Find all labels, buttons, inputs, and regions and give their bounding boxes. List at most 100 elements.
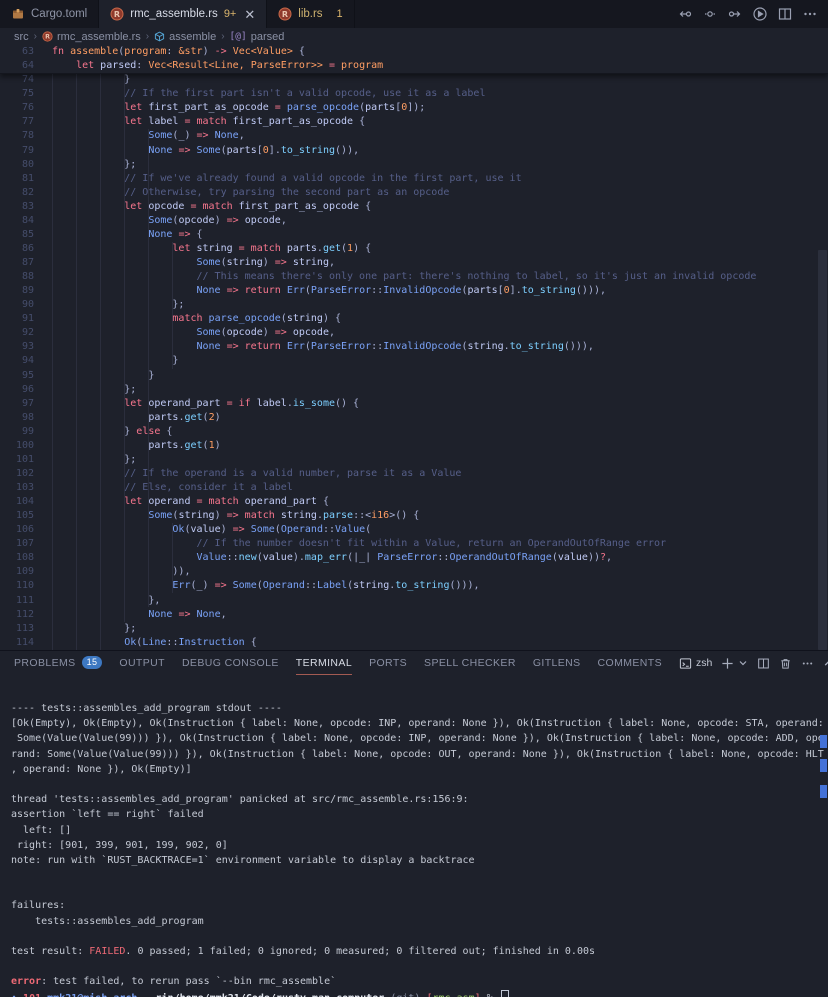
terminal-line: thread 'tests::assembles_add_program' pa… <box>11 792 828 807</box>
terminal-line: Some(Value(Value(99))) }), Ok(Instructio… <box>11 731 828 746</box>
terminal-line: rand: Some(Value(Value(99))) }), Ok(Inst… <box>11 747 828 762</box>
trash-icon[interactable] <box>779 657 792 670</box>
editor-actions <box>677 0 828 28</box>
more-icon[interactable] <box>801 657 814 670</box>
code-editor[interactable]: 74 }75 // If the first part isn't a vali… <box>0 45 828 650</box>
symbol-variable-icon: [@] <box>230 31 247 42</box>
line-number: 107 <box>0 537 34 551</box>
line-number: 64 <box>0 59 34 73</box>
terminal-profile[interactable]: zsh <box>679 657 712 670</box>
chevron-down-icon[interactable] <box>738 658 748 668</box>
terminal-scroll-mark <box>820 759 827 772</box>
line-number: 77 <box>0 115 34 129</box>
chevron-right-icon: › <box>146 31 149 42</box>
panel-tab-ports[interactable]: PORTS <box>369 651 407 675</box>
panel-tab-label: PROBLEMS <box>14 657 76 669</box>
editor-tab-bar: Cargo.toml R rmc_assemble.rs 9+ ✕ R lib.… <box>0 0 828 28</box>
sticky-scroll: 63fn assemble(program: &str) -> Vec<Valu… <box>0 45 828 74</box>
terminal-output[interactable]: ---- tests::assembles_add_program stdout… <box>0 675 828 997</box>
line-number: 92 <box>0 326 34 340</box>
tab-label: lib.rs <box>298 8 322 20</box>
panel-tab-problems[interactable]: PROBLEMS 15 <box>14 651 102 675</box>
line-number: 81 <box>0 172 34 186</box>
line-number: 83 <box>0 200 34 214</box>
chevron-up-icon[interactable] <box>823 658 828 669</box>
panel-tab-output[interactable]: OUTPUT <box>119 651 165 675</box>
panel-tab-label: PORTS <box>369 657 407 669</box>
line-number: 90 <box>0 298 34 312</box>
line-number: 113 <box>0 622 34 636</box>
code-line: 113 }; <box>0 622 828 636</box>
terminal-profile-icon <box>679 657 692 670</box>
line-number: 101 <box>0 453 34 467</box>
navigate-position-icon[interactable] <box>702 6 718 22</box>
line-number: 75 <box>0 87 34 101</box>
line-number: 85 <box>0 228 34 242</box>
panel-tab-terminal[interactable]: TERMINAL <box>296 651 352 675</box>
line-number: 82 <box>0 186 34 200</box>
chevron-right-icon: › <box>34 31 37 42</box>
sticky-lines: 63fn assemble(program: &str) -> Vec<Valu… <box>0 45 828 73</box>
editor-scrollbar-thumb[interactable] <box>818 250 827 650</box>
line-number: 87 <box>0 256 34 270</box>
line-number: 103 <box>0 481 34 495</box>
panel-tab-gitlens[interactable]: GITLENS <box>533 651 581 675</box>
navigate-forward-icon[interactable] <box>727 6 743 22</box>
line-number: 110 <box>0 579 34 593</box>
terminal-scroll-mark <box>820 735 827 748</box>
line-number: 63 <box>0 45 34 59</box>
indent-guide <box>76 73 77 650</box>
panel-tab-debug-console[interactable]: DEBUG CONSOLE <box>182 651 279 675</box>
line-number: 86 <box>0 242 34 256</box>
breadcrumb-file[interactable]: R rmc_assemble.rs <box>42 31 141 43</box>
rust-file-icon: R <box>42 31 53 42</box>
indent-guide <box>172 523 173 593</box>
more-actions-icon[interactable] <box>802 6 818 22</box>
breadcrumb: src › R rmc_assemble.rs › assemble › [@]… <box>0 28 828 45</box>
indent-guide <box>124 73 125 622</box>
indent-guide <box>52 73 53 650</box>
terminal-line <box>11 929 828 944</box>
breadcrumb-symbol-parsed[interactable]: [@] parsed <box>230 31 285 43</box>
line-number: 79 <box>0 144 34 158</box>
terminal-line: ---- tests::assembles_add_program stdout… <box>11 701 828 716</box>
tab-label: rmc_assemble.rs <box>130 8 218 20</box>
code-line: 64 let parsed: Vec<Result<Line, ParseErr… <box>0 59 828 73</box>
breadcrumb-symbol-assemble[interactable]: assemble <box>154 31 216 43</box>
tab-lib-rs[interactable]: R lib.rs 1 <box>267 0 354 28</box>
panel-tab-label: GITLENS <box>533 657 581 669</box>
panel-tab-label: TERMINAL <box>296 657 352 669</box>
line-number: 102 <box>0 467 34 481</box>
panel-tab-label: COMMENTS <box>598 657 662 669</box>
code-line: 114 Ok(Line::Instruction { <box>0 636 828 650</box>
close-icon[interactable]: ✕ <box>244 8 255 21</box>
line-number: 97 <box>0 397 34 411</box>
line-number: 94 <box>0 354 34 368</box>
line-number: 98 <box>0 411 34 425</box>
terminal-line: error: test failed, to rerun pass `--bin… <box>11 974 828 989</box>
panel-tab-label: DEBUG CONSOLE <box>182 657 279 669</box>
terminal-line: left: [] <box>11 823 828 838</box>
chevron-right-icon: › <box>221 31 224 42</box>
split-terminal-icon[interactable] <box>757 657 770 670</box>
terminal-line: test result: FAILED. 0 passed; 1 failed;… <box>11 944 828 959</box>
split-editor-icon[interactable] <box>777 6 793 22</box>
panel-tab-comments[interactable]: COMMENTS <box>598 651 662 675</box>
line-number: 80 <box>0 158 34 172</box>
run-icon[interactable] <box>752 6 768 22</box>
tab-cargo-toml[interactable]: Cargo.toml <box>0 0 99 28</box>
new-terminal-icon[interactable] <box>721 657 734 670</box>
line-number: 112 <box>0 608 34 622</box>
tab-label: Cargo.toml <box>31 8 87 20</box>
terminal-line: [Ok(Empty), Ok(Empty), Ok(Instruction { … <box>11 716 828 731</box>
breadcrumb-src[interactable]: src <box>14 31 29 43</box>
problems-count-badge: 15 <box>82 656 103 669</box>
line-number: 84 <box>0 214 34 228</box>
line-number: 91 <box>0 312 34 326</box>
tab-problems-badge: 1 <box>337 8 343 20</box>
navigate-back-icon[interactable] <box>677 6 693 22</box>
line-number: 105 <box>0 509 34 523</box>
tab-rmc-assemble[interactable]: R rmc_assemble.rs 9+ ✕ <box>99 0 267 28</box>
terminal-line: note: run with `RUST_BACKTRACE=1` enviro… <box>11 853 828 868</box>
panel-tab-spell-checker[interactable]: SPELL CHECKER <box>424 651 516 675</box>
